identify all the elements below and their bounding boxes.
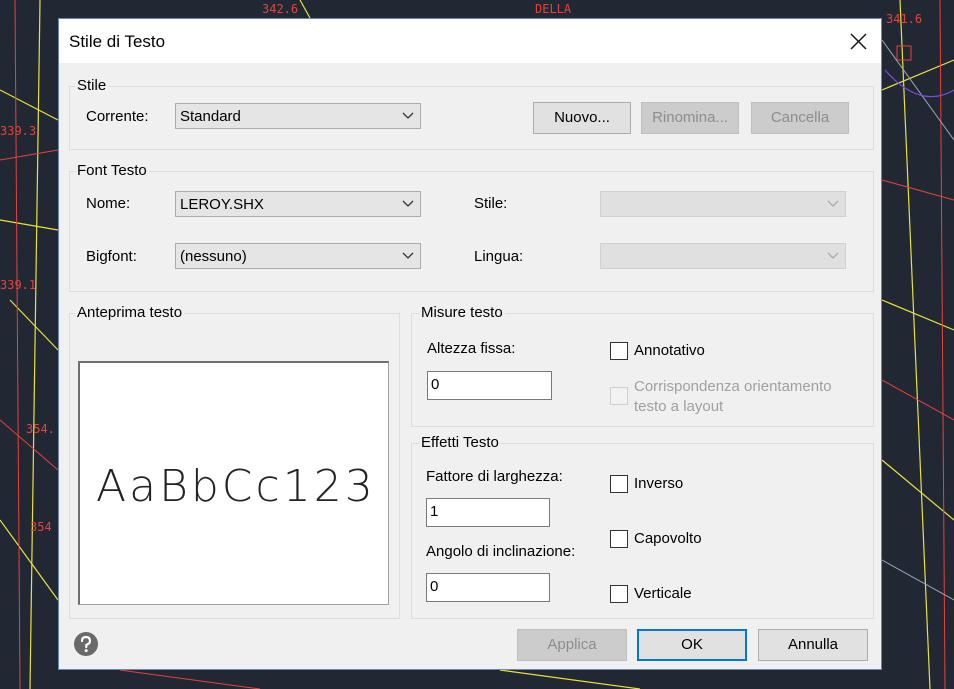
style-group-legend: Stile	[75, 77, 109, 94]
chevron-down-icon	[402, 200, 414, 207]
apply-button[interactable]: Applica	[517, 629, 627, 661]
chevron-down-icon	[402, 112, 414, 119]
language-select[interactable]	[600, 243, 846, 269]
annotative-checkbox[interactable]	[610, 342, 628, 360]
font-name-label: Nome:	[86, 195, 131, 212]
font-group	[69, 171, 874, 292]
bigfont-select[interactable]: (nessuno)	[175, 243, 421, 269]
font-name-value: LEROY.SHX	[180, 196, 264, 213]
match-orientation-label-line2: testo a layout	[634, 398, 724, 415]
oblique-angle-input[interactable]: 0	[426, 573, 550, 602]
cad-label: 339.1	[0, 278, 37, 292]
current-style-value: Standard	[180, 108, 241, 125]
new-style-button[interactable]: Nuovo...	[533, 102, 631, 134]
upside-down-checkbox[interactable]	[610, 530, 628, 548]
width-factor-input[interactable]: 1	[426, 498, 550, 527]
annotative-label: Annotativo	[634, 342, 705, 359]
rename-style-button[interactable]: Rinomina...	[641, 102, 739, 134]
upside-down-label: Capovolto	[634, 530, 702, 547]
oblique-angle-label: Angolo di inclinazione:	[426, 543, 576, 560]
ok-button[interactable]: OK	[637, 629, 747, 661]
preview-sample-text: AaBbCc123	[96, 461, 376, 512]
font-group-legend: Font Testo	[75, 162, 149, 179]
cancel-button[interactable]: Annulla	[758, 629, 868, 661]
bigfont-value: (nessuno)	[180, 248, 247, 265]
preview-group-legend: Anteprima testo	[75, 304, 185, 321]
delete-style-button[interactable]: Cancella	[751, 102, 849, 134]
fixed-height-input[interactable]: 0	[427, 371, 552, 400]
current-style-select[interactable]: Standard	[175, 103, 421, 129]
effects-group-legend: Effetti Testo	[419, 434, 501, 451]
fixed-height-label: Altezza fissa:	[427, 340, 516, 357]
cad-label: 342.6	[262, 2, 299, 16]
match-orientation-label-line1: Corrispondenza orientamento	[634, 378, 832, 395]
backwards-label: Inverso	[634, 475, 684, 492]
cad-label: 354	[30, 520, 52, 534]
width-factor-label: Fattore di larghezza:	[426, 468, 563, 485]
vertical-label: Verticale	[634, 585, 692, 602]
vertical-checkbox[interactable]	[610, 585, 628, 603]
bigfont-label: Bigfont:	[86, 248, 137, 265]
dialog-title: Stile di Testo	[69, 32, 166, 51]
close-icon[interactable]	[845, 29, 871, 53]
cad-label: 339.3	[0, 124, 37, 138]
cad-label: 354.	[26, 422, 55, 436]
chevron-down-icon	[402, 252, 414, 259]
text-style-dialog: Stile di Testo Stile Corrente: Standard …	[58, 18, 882, 670]
cad-label: 341.6	[886, 12, 923, 26]
font-style-label: Stile:	[474, 195, 508, 212]
backwards-checkbox[interactable]	[610, 475, 628, 493]
title-bar[interactable]: Stile di Testo	[59, 19, 881, 63]
text-preview-box: AaBbCc123	[78, 361, 389, 605]
cad-label: DELLA	[535, 2, 572, 16]
match-orientation-checkbox[interactable]	[610, 387, 628, 405]
font-name-select[interactable]: LEROY.SHX	[175, 191, 421, 217]
font-style-select[interactable]	[600, 191, 846, 217]
size-group-legend: Misure testo	[419, 304, 505, 321]
chevron-down-icon	[827, 200, 839, 207]
chevron-down-icon	[827, 252, 839, 259]
help-icon[interactable]	[73, 631, 99, 657]
current-style-label: Corrente:	[86, 108, 149, 125]
language-label: Lingua:	[474, 248, 524, 265]
